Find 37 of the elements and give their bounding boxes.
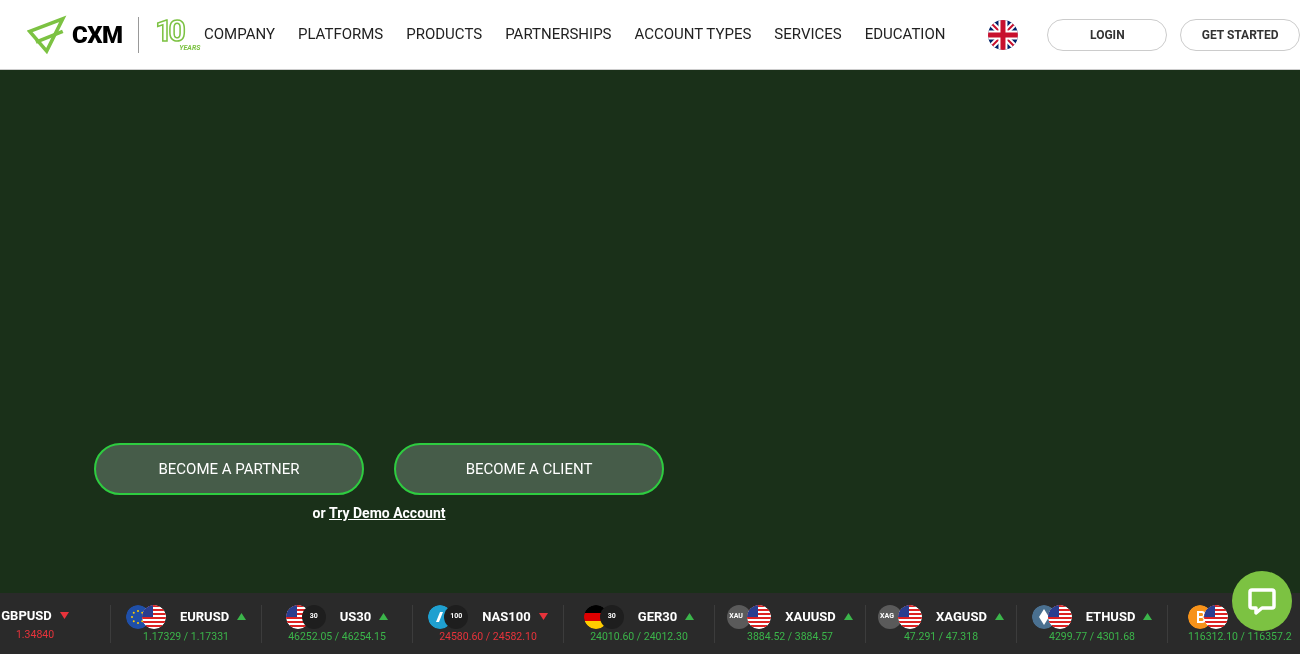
nav-link[interactable]: ACCOUNT TYPES xyxy=(634,23,752,46)
anniversary-number: 10 xyxy=(155,17,184,44)
ticker-symbol: US30 xyxy=(339,607,372,626)
us-flag-icon xyxy=(141,604,166,629)
nav-link[interactable]: PRODUCTS xyxy=(406,23,483,46)
chat-button[interactable] xyxy=(1232,571,1292,631)
ticker-symbol: ETHUSD xyxy=(1085,607,1136,626)
ticker-price: 24010.60 / 24012.30 xyxy=(590,628,688,645)
ticker-symbol: XAUUSD xyxy=(785,607,836,626)
ticker-symbol: GER30 xyxy=(637,607,678,626)
us-flag-icon xyxy=(898,604,923,629)
nav-link[interactable]: COMPANY xyxy=(204,23,275,46)
nav-link[interactable]: EDUCATION xyxy=(864,23,946,46)
demo-link[interactable]: Try Demo Account xyxy=(329,505,446,521)
ticker-symbol: GBPUSD xyxy=(1,606,52,625)
nav-link[interactable]: SERVICES xyxy=(774,23,842,46)
ticker-price: 4299.77 / 4301.68 xyxy=(1049,628,1135,645)
ticker-price: 47.291 / 47.318 xyxy=(903,628,979,645)
ticker-symbol: NAS100 xyxy=(482,607,531,626)
ticker-price: 1.34840 xyxy=(15,626,55,643)
cta-button[interactable]: BECOME A PARTNER xyxy=(94,443,364,495)
ticker-price: 116312.10 / 116357.2 xyxy=(1188,628,1292,645)
us-flag-icon xyxy=(747,604,772,629)
uk-flag-icon[interactable] xyxy=(988,19,1019,50)
ticker-price: 24580.60 / 24582.10 xyxy=(439,628,537,645)
demo-prompt: or Try Demo Account xyxy=(312,504,446,523)
ticker-symbol: EURUSD xyxy=(179,607,230,626)
chat-icon xyxy=(1247,586,1277,616)
ticker-price: 1.17329 / 1.17331 xyxy=(143,628,229,645)
us-flag-icon xyxy=(1204,604,1228,629)
nav-link[interactable]: PARTNERSHIPS xyxy=(505,23,612,46)
ticker-price: 46252.05 / 46254.15 xyxy=(288,628,386,645)
ticker-price: 3884.52 / 3884.57 xyxy=(747,628,833,645)
ticker-symbol: XAGUSD xyxy=(936,607,987,626)
nav-link[interactable]: PLATFORMS xyxy=(297,23,384,46)
logo-text: CXM xyxy=(72,19,123,51)
cta-button[interactable]: BECOME A CLIENT xyxy=(394,443,664,495)
